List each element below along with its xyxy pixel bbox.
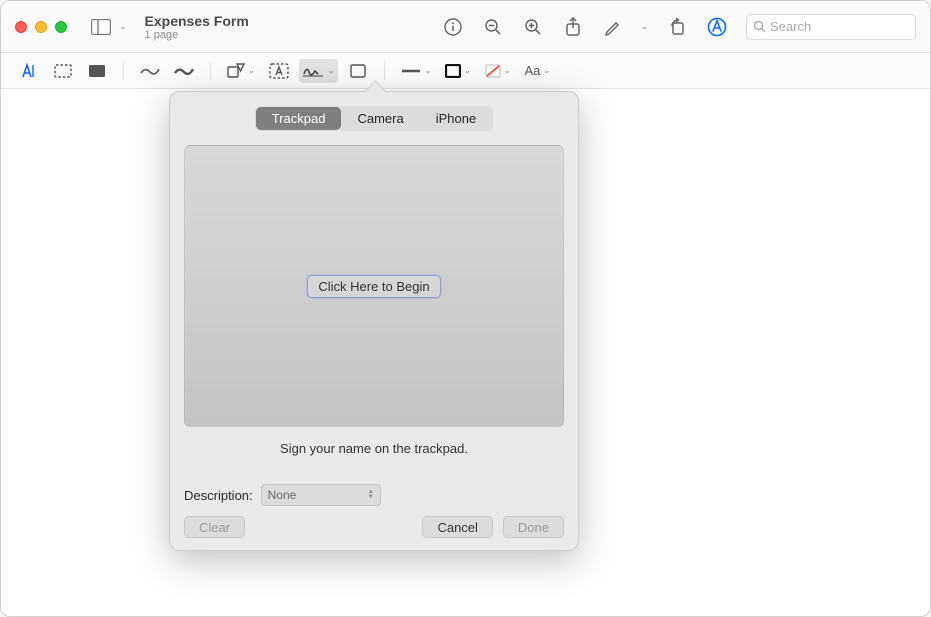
zoom-in-button[interactable] <box>522 16 544 38</box>
close-window-button[interactable] <box>15 21 27 33</box>
page-count-label: 1 page <box>145 29 345 41</box>
preview-window: ⌄ Expenses Form 1 page ⌄ <box>0 0 931 617</box>
titlebar: ⌄ Expenses Form 1 page ⌄ <box>1 1 930 53</box>
minimize-window-button[interactable] <box>35 21 47 33</box>
tab-trackpad[interactable]: Trackpad <box>256 107 342 130</box>
sidebar-toggle-button[interactable] <box>89 15 113 39</box>
note-button[interactable] <box>344 59 372 83</box>
insta-alpha-button[interactable] <box>83 59 111 83</box>
toolbar-right: ⌄ Search <box>442 14 916 40</box>
cancel-button[interactable]: Cancel <box>422 516 492 538</box>
tab-iphone[interactable]: iPhone <box>420 107 492 130</box>
markup-toggle-button[interactable] <box>706 16 728 38</box>
info-button[interactable] <box>442 16 464 38</box>
signature-pad[interactable]: Click Here to Begin <box>184 145 564 427</box>
popover-button-row: Clear Cancel Done <box>184 516 564 538</box>
divider <box>210 62 211 80</box>
begin-signing-button[interactable]: Click Here to Begin <box>307 275 440 298</box>
shapes-button[interactable]: ⌄ <box>223 59 259 83</box>
zoom-out-button[interactable] <box>482 16 504 38</box>
stepper-icon: ▲▼ <box>368 490 374 500</box>
divider <box>384 62 385 80</box>
search-icon <box>753 20 766 33</box>
clear-button[interactable]: Clear <box>184 516 245 538</box>
shape-style-button[interactable]: ⌄ <box>397 59 435 83</box>
text-box-button[interactable] <box>265 59 293 83</box>
description-label: Description: <box>184 488 253 503</box>
draw-button[interactable] <box>170 59 198 83</box>
signature-button[interactable]: ⌄ <box>299 59 339 83</box>
fullscreen-window-button[interactable] <box>55 21 67 33</box>
description-row: Description: None ▲▼ <box>184 484 564 506</box>
window-controls <box>15 21 67 33</box>
chevron-down-icon: ⌄ <box>424 66 431 75</box>
font-style-button[interactable]: Aa ⌄ <box>521 59 555 83</box>
search-placeholder: Search <box>770 19 811 34</box>
chevron-down-icon: ⌄ <box>248 66 255 75</box>
chevron-down-icon: ⌄ <box>464 66 471 75</box>
markup-toolbar: ⌄ ⌄ ⌄ ⌄ ⌄ Aa ⌄ <box>1 53 930 89</box>
chevron-down-icon: ⌄ <box>328 66 335 75</box>
signature-popover: Trackpad Camera iPhone Click Here to Beg… <box>169 91 579 551</box>
divider <box>123 62 124 80</box>
rotate-button[interactable] <box>666 16 688 38</box>
signature-instruction: Sign your name on the trackpad. <box>184 441 564 456</box>
highlight-menu-chevron-icon[interactable]: ⌄ <box>640 21 648 32</box>
highlight-button[interactable] <box>602 16 624 38</box>
chevron-down-icon: ⌄ <box>543 66 550 75</box>
chevron-down-icon: ⌄ <box>504 66 511 75</box>
description-select[interactable]: None ▲▼ <box>261 484 381 506</box>
select-rect-button[interactable] <box>49 59 77 83</box>
search-input[interactable]: Search <box>746 14 916 40</box>
signature-source-tabs: Trackpad Camera iPhone <box>184 106 564 131</box>
border-color-button[interactable]: ⌄ <box>441 59 475 83</box>
text-tool-button[interactable] <box>15 59 43 83</box>
document-title: Expenses Form <box>145 13 345 29</box>
share-button[interactable] <box>562 16 584 38</box>
done-button[interactable]: Done <box>503 516 564 538</box>
tab-camera[interactable]: Camera <box>341 107 419 130</box>
title-block: Expenses Form 1 page <box>145 13 345 41</box>
fill-color-button[interactable]: ⌄ <box>481 59 515 83</box>
sidebar-menu-chevron-icon[interactable]: ⌄ <box>119 21 127 32</box>
description-value: None <box>268 488 297 502</box>
sketch-button[interactable] <box>136 59 164 83</box>
